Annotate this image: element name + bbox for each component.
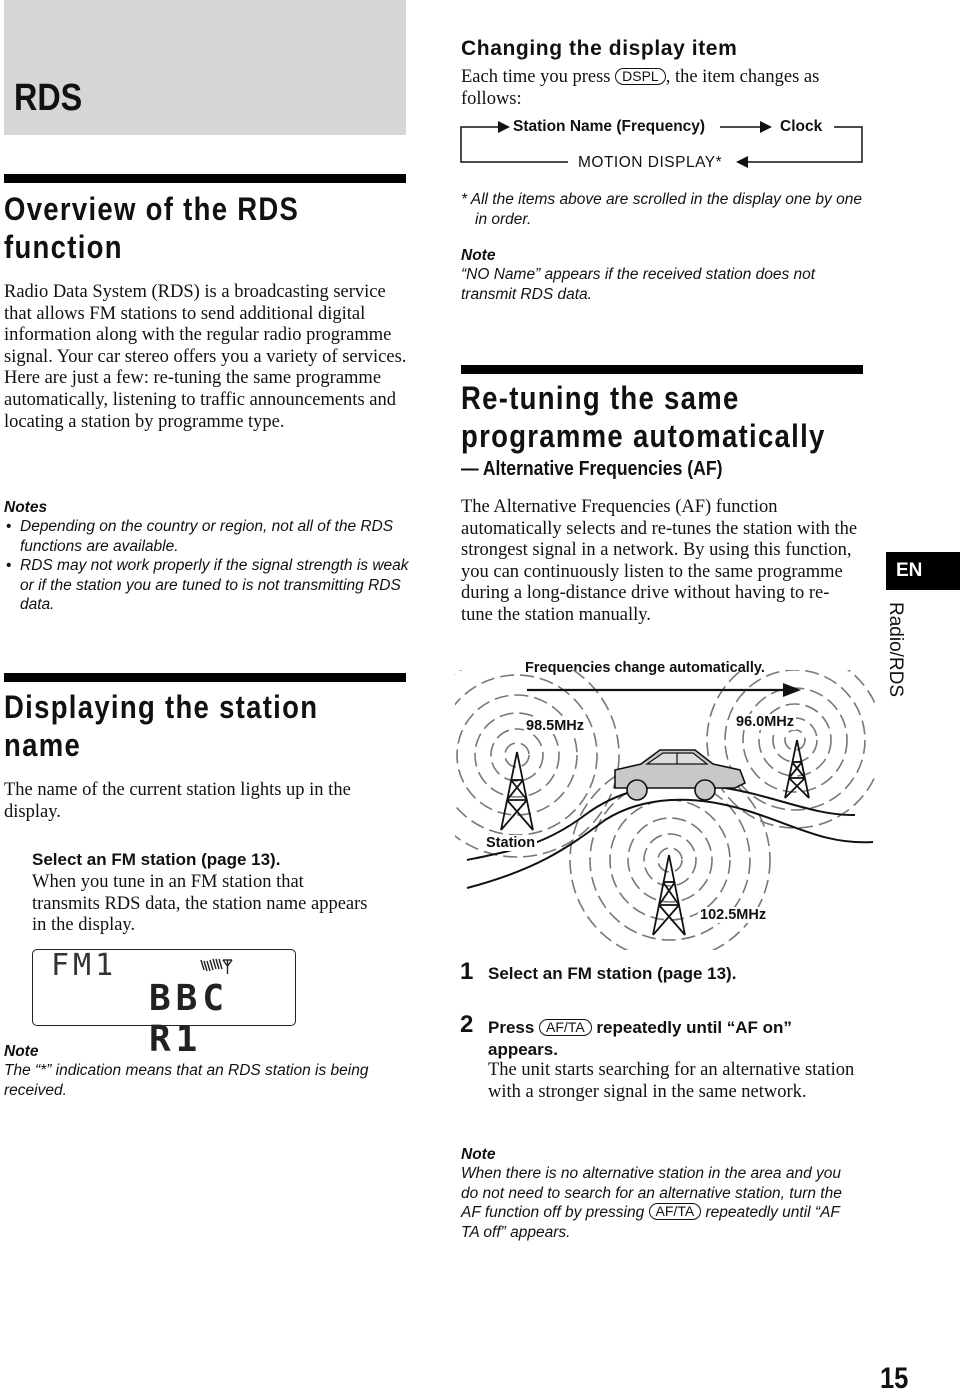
car-icon — [614, 749, 747, 801]
displaying-step-text: When you tune in an FM station that tran… — [32, 872, 368, 936]
retuning-note: Note When there is no alternative statio… — [461, 1146, 842, 1241]
lcd-display: FM1 BBC R1 — [32, 948, 296, 1060]
displaying-paragraph: The name of the current station lights u… — [4, 780, 351, 822]
flow-item-clock: Clock — [780, 118, 823, 135]
chapter-title: RDS — [14, 77, 83, 119]
arrow-right-icon — [498, 121, 510, 133]
note-item: RDS may not work properly if the signal … — [4, 556, 414, 615]
af-diagram — [455, 670, 875, 950]
step-number: 1 — [460, 958, 474, 985]
step-number: 2 — [460, 1011, 474, 1038]
notes-title: Notes — [4, 499, 48, 516]
section-side-label: Radio/RDS — [885, 602, 906, 698]
step-title: Select an FM station (page 13). — [488, 964, 737, 983]
retuning-heading: Re-tuning the same programme automatical… — [461, 380, 826, 454]
step-text: The unit starts searching for an alterna… — [488, 1060, 855, 1102]
freq-label-left: 98.5MHz — [524, 718, 587, 734]
displaying-step-title: Select an FM station (page 13). — [32, 850, 281, 869]
changing-heading: Changing the display item — [461, 37, 738, 60]
flow-item-motion-display: MOTION DISPLAY* — [578, 154, 723, 171]
af-ta-button-label: AF/TA — [539, 1019, 592, 1036]
arrow-right-icon — [783, 683, 801, 697]
overview-heading: Overview of the RDS function — [4, 191, 300, 265]
overview-notes: Notes Depending on the country or region… — [4, 499, 414, 615]
retuning-paragraph: The Alternative Frequencies (AF) functio… — [461, 497, 858, 625]
arrow-left-icon — [736, 156, 748, 168]
flow-item-station-name: Station Name (Frequency) — [513, 118, 706, 135]
notes-list: Depending on the country or region, not … — [4, 517, 414, 615]
page-number: 15 — [880, 1362, 909, 1395]
signal-antenna-icon — [200, 958, 233, 974]
lcd-band: FM1 — [51, 948, 118, 983]
step-title: Press AF/TA repeatedly until “AF on” app… — [488, 1018, 792, 1059]
changing-footnote: * All the items above are scrolled in th… — [461, 191, 862, 228]
displaying-note: Note The “*” indication means that an RD… — [4, 1043, 369, 1099]
section-rule — [4, 673, 406, 682]
section-rule — [461, 365, 863, 374]
freq-label-bottom: 102.5MHz — [698, 907, 769, 923]
changing-note: Note “NO Name” appears if the received s… — [461, 247, 816, 303]
section-rule — [4, 174, 406, 183]
note-item: Depending on the country or region, not … — [4, 517, 414, 556]
displaying-heading: Displaying the station name — [4, 689, 319, 763]
changing-intro: Each time you press DSPL, the item chang… — [461, 67, 820, 109]
retuning-subheading: — Alternative Frequencies (AF) — [461, 458, 723, 480]
dspl-button-label: DSPL — [615, 68, 666, 85]
language-tab: EN — [886, 552, 960, 590]
arrow-right-icon — [760, 121, 772, 133]
station-label: Station — [484, 835, 538, 851]
overview-paragraph: Radio Data System (RDS) is a broadcastin… — [4, 282, 407, 432]
radio-tower-icon — [500, 751, 534, 831]
freq-label-right: 96.0MHz — [734, 714, 797, 730]
af-ta-button-label: AF/TA — [648, 1203, 702, 1220]
